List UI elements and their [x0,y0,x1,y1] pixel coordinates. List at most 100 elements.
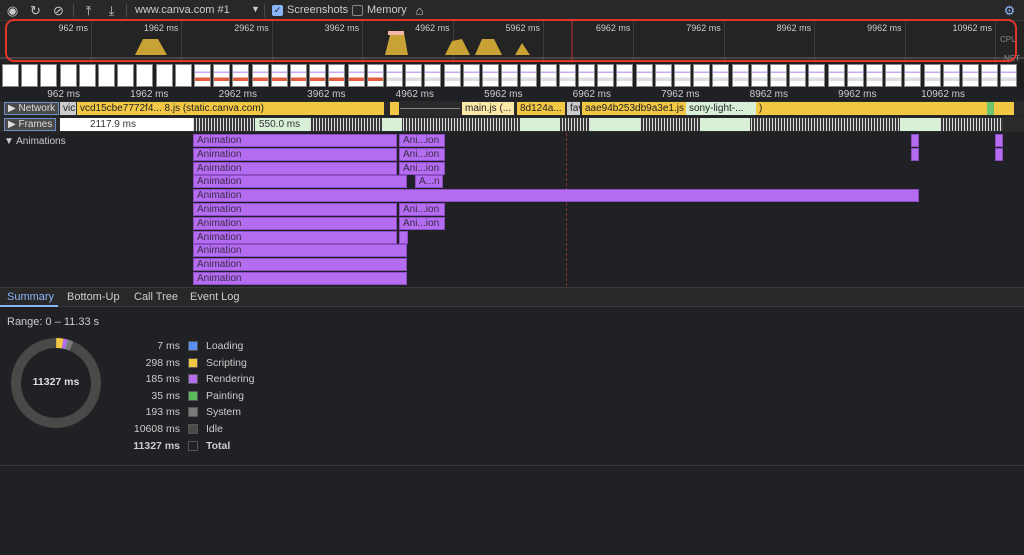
animation-event[interactable] [399,230,408,244]
screenshot-thumbnail[interactable] [693,64,711,87]
clear-icon[interactable]: ⊘ [51,3,66,18]
network-request[interactable]: fav [567,102,580,115]
screenshot-thumbnail[interactable] [789,64,807,87]
animation-event[interactable] [995,147,1003,161]
screenshot-thumbnail[interactable] [386,64,403,87]
screenshot-thumbnail[interactable] [117,64,135,87]
animation-event[interactable]: Animation [193,147,397,161]
tab-event-log[interactable]: Event Log [190,291,240,303]
network-track[interactable]: vic vcd15cbe7772f4... 8.js (static.canva… [0,101,1024,116]
screenshot-thumbnail[interactable] [616,64,634,87]
screenshot-thumbnail[interactable] [2,64,19,87]
download-icon[interactable]: ⤓ [104,3,119,18]
frame[interactable] [520,118,560,131]
screenshot-thumbnail[interactable] [40,64,58,87]
animation-event[interactable]: Animation [193,244,407,258]
network-request[interactable]: aae94b253db9a3e1.js ( [582,102,1014,115]
network-request[interactable]: vcd15cbe7772f4... 8.js (static.canva.com… [77,102,384,115]
animation-event[interactable] [995,134,1003,147]
network-request[interactable]: main.js (... [462,102,514,115]
screenshot-thumbnail[interactable] [674,64,691,87]
frame[interactable] [590,118,640,131]
animation-event[interactable]: Animation [193,161,397,175]
gear-icon[interactable]: ⚙ [1002,3,1017,18]
upload-icon[interactable]: ⤒ [81,3,96,18]
screenshot-thumbnail[interactable] [750,64,768,87]
frame[interactable] [382,118,402,131]
screenshot-thumbnail[interactable] [520,64,538,87]
animation-event[interactable]: Animation [193,175,407,189]
frames-track[interactable]: 2117.9 ms 550.0 ms ▶ Frames [0,117,1024,132]
animations-track-toggle[interactable]: ▼ Animations [4,136,66,147]
network-request[interactable] [390,102,399,115]
screenshot-thumbnail[interactable] [136,64,154,87]
animation-event[interactable] [911,147,919,161]
animation-event[interactable]: Ani...ion [399,161,445,175]
screenshot-thumbnail[interactable] [59,64,77,87]
screenshot-thumbnail[interactable] [98,64,115,87]
tab-call-tree[interactable]: Call Tree [134,291,178,303]
target-select[interactable]: www.canva.com #1 [135,4,230,16]
animation-event[interactable]: Animation [193,216,397,230]
record-icon[interactable]: ◉ [5,3,20,18]
screenshot-thumbnail[interactable] [251,64,269,87]
animation-event[interactable] [911,134,919,147]
animation-event[interactable]: A...n [415,175,443,189]
screenshot-thumbnail[interactable] [962,64,979,87]
animation-event[interactable]: Ani...ion [399,134,445,147]
screenshot-thumbnail[interactable] [827,64,845,87]
animation-event[interactable]: Animation [193,134,397,147]
animation-event[interactable]: Animation [193,258,407,272]
screenshot-thumbnail[interactable] [213,64,231,87]
screenshot-thumbnail[interactable] [501,64,519,87]
screenshot-thumbnail[interactable] [290,64,307,87]
screenshot-thumbnail[interactable] [21,64,39,87]
screenshots-checkbox[interactable]: ✓ [272,5,283,16]
screenshot-thumbnail[interactable] [635,64,653,87]
screenshot-thumbnail[interactable] [309,64,327,87]
animation-event[interactable]: Animation [193,230,397,244]
screenshot-thumbnail[interactable] [347,64,365,87]
frame[interactable]: 550.0 ms [255,118,310,131]
animation-event[interactable]: Ani...ion [399,216,445,230]
network-request[interactable]: vic [60,102,76,115]
screenshot-thumbnail[interactable] [654,64,672,87]
screenshot-thumbnail[interactable] [424,64,442,87]
network-request[interactable]: sony-light-... [686,102,756,115]
animation-event[interactable]: Animation [193,203,397,216]
screenshot-thumbnail[interactable] [712,64,730,87]
animation-event[interactable]: Animation [193,189,919,203]
network-request[interactable]: 8d124a... [517,102,565,115]
screenshot-thumbnail[interactable] [194,64,211,87]
animation-event[interactable]: Ani...ion [399,147,445,161]
reload-record-icon[interactable]: ↻ [28,3,43,18]
screenshot-thumbnail[interactable] [981,64,999,87]
tab-summary[interactable]: Summary [7,291,54,303]
animation-event[interactable]: Animation [193,272,407,285]
screenshot-thumbnail[interactable] [443,64,461,87]
network-track-toggle[interactable]: ▶ Network [4,102,60,115]
memory-checkbox[interactable] [352,5,363,16]
chevron-down-icon[interactable]: ▼ [251,4,260,14]
screenshot-thumbnail[interactable] [405,64,423,87]
screenshot-thumbnail[interactable] [558,64,576,87]
screenshot-thumbnail[interactable] [482,64,499,87]
screenshot-thumbnail[interactable] [942,64,960,87]
screenshot-thumbnail[interactable] [539,64,557,87]
screenshot-thumbnail[interactable] [904,64,922,87]
garbage-collect-icon[interactable]: ⌂ [412,3,427,18]
screenshot-thumbnail[interactable] [78,64,96,87]
screenshot-thumbnail[interactable] [232,64,250,87]
tab-bottom-up[interactable]: Bottom-Up [67,291,120,303]
frames-track-toggle[interactable]: ▶ Frames [4,118,57,131]
screenshot-thumbnail[interactable] [866,64,883,87]
screenshot-thumbnail[interactable] [578,64,595,87]
screenshot-thumbnail[interactable] [597,64,615,87]
screenshot-thumbnail[interactable] [366,64,384,87]
screenshot-thumbnail[interactable] [846,64,864,87]
screenshot-thumbnail[interactable] [1000,64,1018,87]
screenshot-thumbnail[interactable] [885,64,903,87]
screenshot-thumbnail[interactable] [155,64,173,87]
screenshots-strip[interactable] [0,63,1024,88]
screenshot-thumbnail[interactable] [770,64,787,87]
